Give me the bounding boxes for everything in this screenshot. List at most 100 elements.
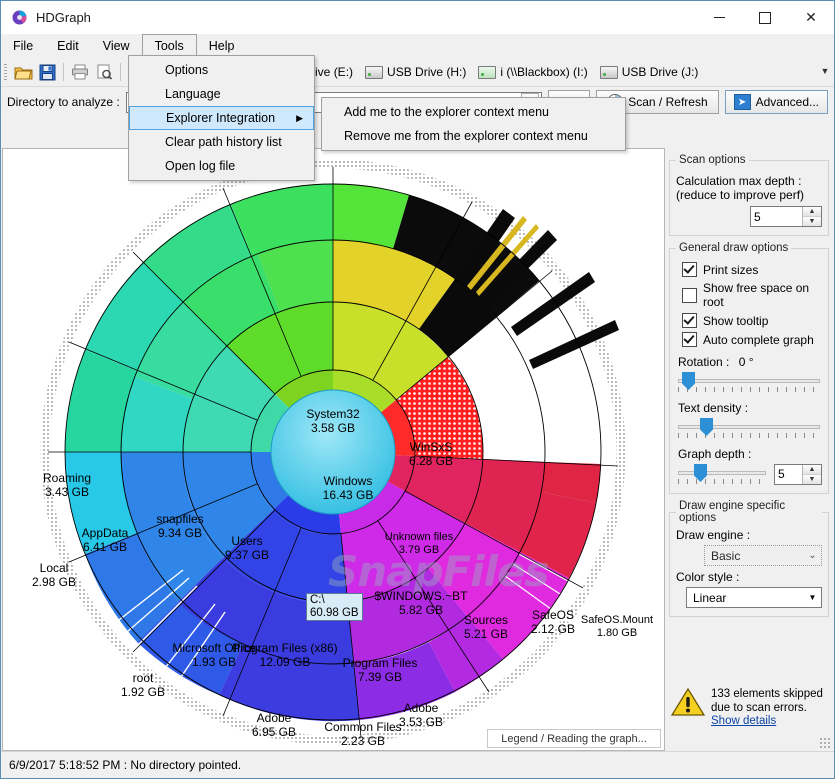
status-bar: 6/9/2017 5:18:52 PM : No directory point… [1,751,834,778]
slider-track [678,471,766,475]
explorer-integration-submenu: Add me to the explorer context menu Remo… [321,97,626,151]
calculation-max-depth-stepper[interactable]: ▲ ▼ [750,206,822,227]
depth-label-line1: Calculation max depth : [676,174,802,188]
app-logo-icon [11,9,28,26]
menu-item-explorer-integration[interactable]: Explorer Integration ▶ [129,106,314,130]
graph-depth-slider[interactable] [678,463,766,485]
save-icon[interactable] [35,60,59,84]
toolbar-separator-2 [120,63,121,81]
checkbox-icon[interactable] [682,262,697,277]
slider-track [678,425,820,429]
title-bar: HDGraph ✕ [1,1,834,34]
checkbox-icon[interactable] [682,313,697,328]
rotation-value: 0 ° [738,355,754,369]
close-button[interactable]: ✕ [788,1,834,34]
stepper-down-icon[interactable]: ▼ [803,217,821,226]
center-label-size: 60.98 GB [310,607,359,619]
arrow-right-icon: ➤ [733,94,751,110]
drive-button-h[interactable]: USB Drive (H:) [359,60,472,84]
status-text: 6/9/2017 5:18:52 PM : No directory point… [9,758,242,772]
stepper-up-icon[interactable]: ▲ [803,207,821,217]
scan-options-group: Scan options Calculation max depth : (re… [669,154,829,236]
toolbar: System (C:) USB Drive (E:) USB Drive (H:… [1,58,834,87]
stepper-up-icon[interactable]: ▲ [803,464,821,475]
checkbox-label: Show tooltip [703,313,769,328]
menu-file[interactable]: File [1,34,45,57]
text-density-slider[interactable] [678,417,820,439]
checkbox-print-sizes[interactable]: Print sizes [682,262,822,277]
menu-item-open-log-file[interactable]: Open log file [129,154,314,178]
menu-item-language[interactable]: Language [129,82,314,106]
text-density-label: Text density : [678,401,749,415]
menu-view[interactable]: View [91,34,142,57]
tools-dropdown-menu: Options Language Explorer Integration ▶ … [128,55,315,181]
graph-depth-stepper[interactable]: ▲ ▼ [774,463,822,485]
draw-engine-select[interactable]: Basic ⌄ [704,545,822,566]
checkbox-icon[interactable] [682,287,697,303]
main-area: SnapFiles C:\ 60.98 GB Windows 16.43 GB … [1,148,834,751]
menu-edit[interactable]: Edit [45,34,91,57]
slider-track [678,379,820,383]
legend-bar[interactable]: Legend / Reading the graph... [487,729,661,748]
warning-line2: due to scan errors. [711,702,807,714]
center-label-name: C:\ [310,594,325,606]
chevron-down-icon[interactable]: ⌄ [804,546,821,565]
advanced-label: Advanced... [755,95,819,109]
chevron-down-icon[interactable]: ▼ [804,588,821,607]
drive-button-i[interactable]: i (\\Blackbox) (I:) [472,60,593,84]
options-panel: Scan options Calculation max depth : (re… [665,148,833,751]
show-details-link[interactable]: Show details [711,715,823,727]
engine-options-legend: Draw engine specific options [679,500,786,524]
draw-engine-label: Draw engine : [676,528,751,542]
directory-label: Directory to analyze : [7,95,120,109]
warning-line1: 133 elements skipped [711,688,823,700]
rotation-label: Rotation : [678,355,730,369]
graph-depth-input[interactable] [775,464,802,484]
window-controls: ✕ [696,1,834,34]
scan-options-legend: Scan options [679,154,746,166]
maximize-button[interactable] [742,1,788,34]
drive-label: USB Drive (J:) [621,65,699,79]
draw-options-legend: General draw options [679,242,789,254]
drive-label: i (\\Blackbox) (I:) [500,65,588,79]
calculation-max-depth-input[interactable] [751,207,802,226]
color-style-value: Linear [693,590,727,605]
slider-ticks [678,433,820,438]
menu-help[interactable]: Help [197,34,247,57]
menu-item-remove-context-menu[interactable]: Remove me from the explorer context menu [322,124,625,148]
open-folder-icon[interactable] [11,60,35,84]
slider-ticks [678,479,766,484]
scan-refresh-label: Scan / Refresh [628,95,708,109]
menu-item-clear-path-history[interactable]: Clear path history list [129,130,314,154]
depth-label-line2: (reduce to improve perf) [676,188,805,202]
advanced-button[interactable]: ➤ Advanced... [724,90,828,114]
draw-engine-options-group: Draw engine specific options Draw engine… [669,500,829,617]
rotation-row: Rotation : 0 ° [678,355,822,369]
color-style-select[interactable]: Linear ▼ [686,587,822,608]
menu-item-add-context-menu[interactable]: Add me to the explorer context menu [322,100,625,124]
checkbox-label: Auto complete graph [703,332,814,347]
minimize-button[interactable] [696,1,742,34]
network-drive-icon [478,65,497,79]
checkbox-label: Print sizes [703,262,759,277]
checkbox-show-free-space[interactable]: Show free space on root [682,281,822,309]
slider-ticks [678,387,820,392]
app-window: HDGraph ✕ File Edit View Tools Help Driv… [0,0,835,779]
print-preview-icon[interactable] [92,60,116,84]
menu-item-options[interactable]: Options [129,58,314,82]
graph-canvas[interactable]: SnapFiles C:\ 60.98 GB Windows 16.43 GB … [2,148,665,751]
checkbox-auto-complete-graph[interactable]: Auto complete graph [682,332,822,347]
window-resize-grip[interactable] [819,737,831,749]
toolbar-overflow-button[interactable]: ▼ [818,62,832,80]
print-icon[interactable] [68,60,92,84]
toolbar-grip[interactable] [4,64,7,80]
checkbox-show-tooltip[interactable]: Show tooltip [682,313,822,328]
drive-button-j[interactable]: USB Drive (J:) [594,60,705,84]
menu-tools[interactable]: Tools [141,34,197,57]
rotation-slider[interactable] [678,371,820,393]
draw-engine-value: Basic [711,548,741,563]
ring-sectors [48,167,619,738]
scan-warning: 133 elements skipped due to scan errors.… [670,687,827,727]
stepper-down-icon[interactable]: ▼ [803,474,821,484]
checkbox-icon[interactable] [682,332,697,347]
